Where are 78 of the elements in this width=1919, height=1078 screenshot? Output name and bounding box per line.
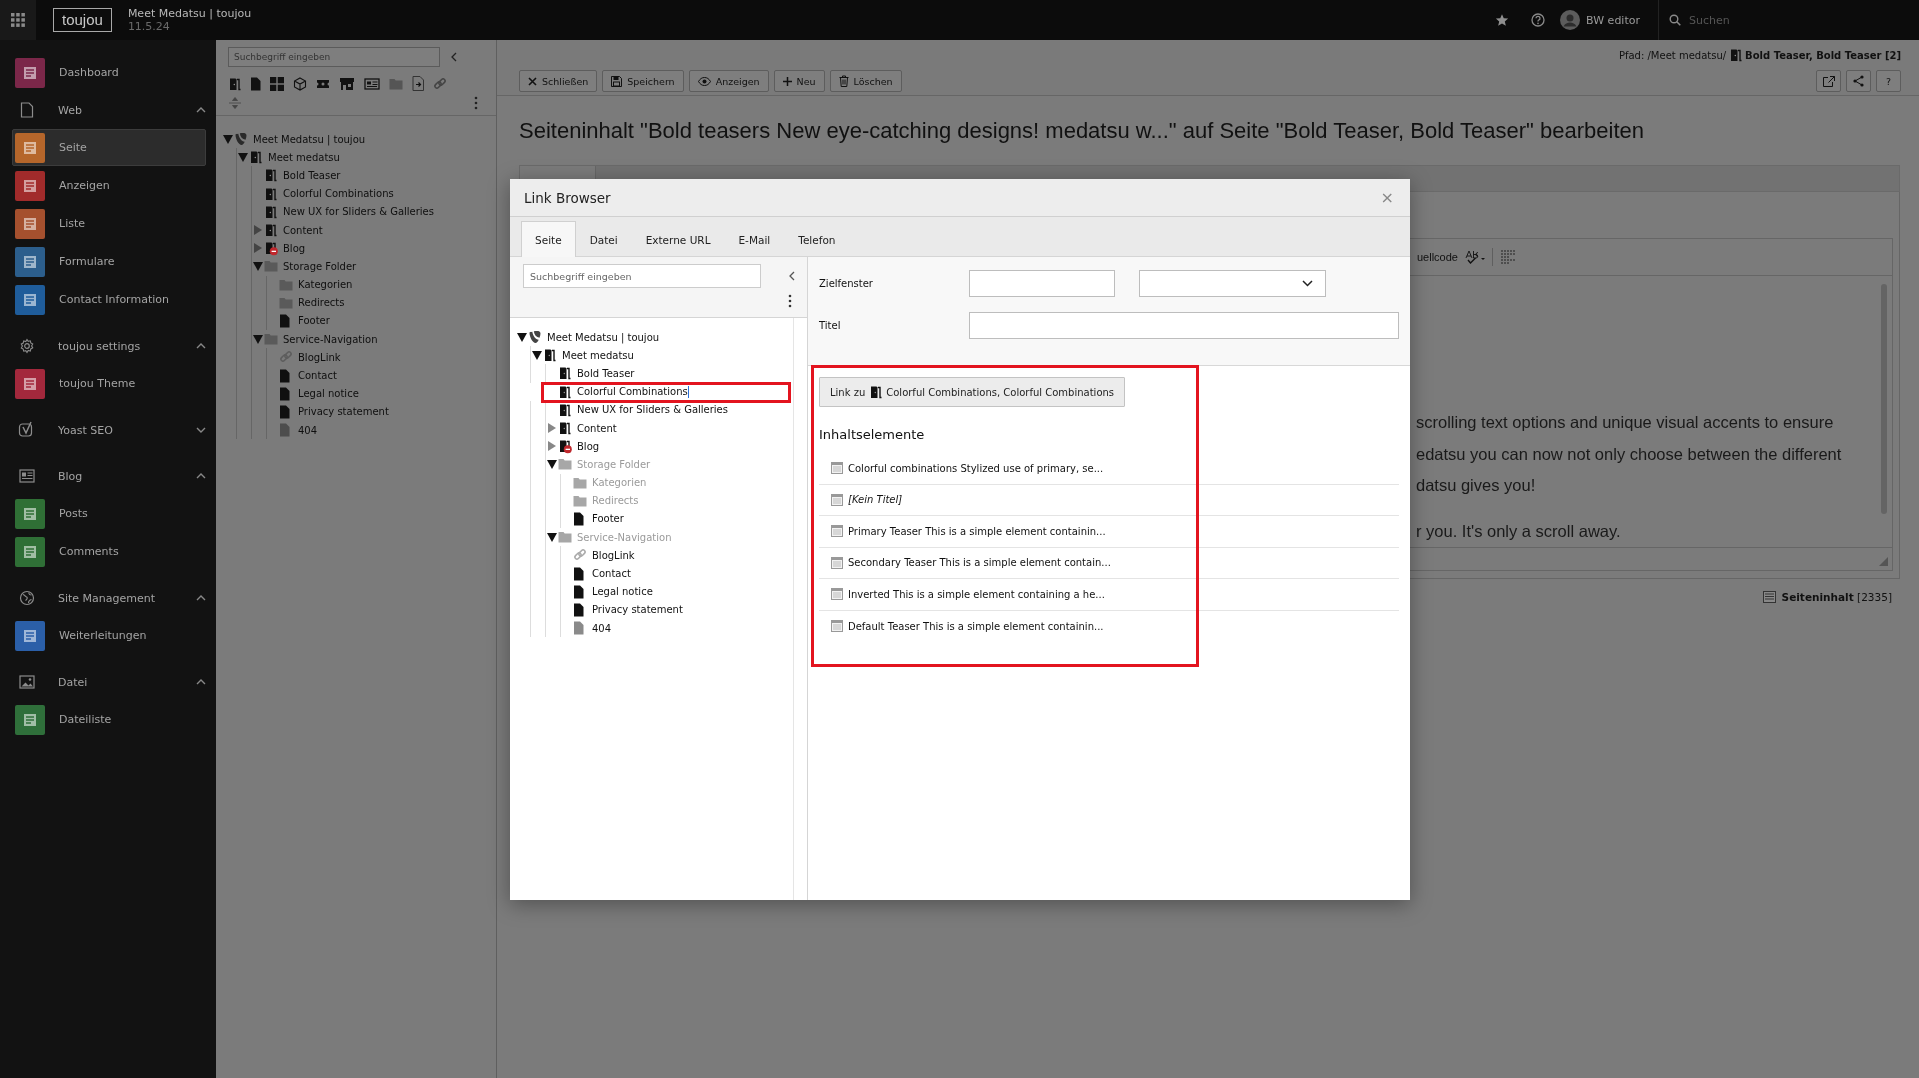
tree-item[interactable]: Legal notice	[296, 387, 361, 401]
version-label: 11.5.24	[127, 20, 171, 33]
menu-group-header[interactable]: Yoast SEO	[16, 412, 206, 448]
record-info: Seiteninhalt [2335]	[1781, 591, 1892, 603]
tree-item[interactable]: Blog	[281, 241, 308, 255]
module-menu-item[interactable]: Dateiliste	[12, 701, 206, 738]
toolbar-button[interactable]: Neu	[773, 70, 825, 92]
content-element-item[interactable]: [Kein Titel]	[819, 484, 1399, 516]
toolbar-button[interactable]: Anzeigen	[688, 70, 769, 92]
path-label: Pfad: /Meet medatsu/	[1618, 49, 1727, 61]
editor-text: edatsu you can now not only choose between the different	[1416, 443, 1843, 465]
tree-item[interactable]: Contact	[296, 369, 339, 383]
tree-item[interactable]: Meet medatsu	[266, 150, 342, 164]
search-field[interactable]: Suchbegriff eingeben	[228, 47, 440, 67]
menu-group-header[interactable]: Datei	[16, 664, 206, 700]
tree-item[interactable]: New UX for Sliders & Galleries	[281, 205, 436, 219]
module-menu-item[interactable]: Contact Information	[12, 281, 206, 318]
tab[interactable]: Datei	[575, 221, 632, 257]
module-menu-item[interactable]: Anzeigen	[12, 167, 206, 204]
toolbar-button[interactable]: Löschen	[829, 70, 902, 92]
module-menu-item[interactable]: Posts	[12, 495, 206, 532]
tree-item[interactable]: Content	[575, 421, 619, 435]
tree-item[interactable]: Meet Medatsu | toujou	[545, 330, 662, 344]
field-label: Titel	[819, 320, 842, 331]
tree-item[interactable]: Blog	[575, 439, 602, 453]
tree-item[interactable]: New UX for Sliders & Galleries	[575, 403, 730, 417]
tab[interactable]: Telefon	[784, 221, 850, 257]
link-button[interactable]: Link zu Colorful Combinations, Colorful Combinations	[819, 377, 1126, 407]
module-menu-item[interactable]: Liste	[12, 205, 206, 242]
content-element-item[interactable]: Secondary Teaser This is a simple element contain...	[819, 547, 1399, 579]
menu-group-header[interactable]: toujou settings	[16, 328, 206, 364]
module-menu-item[interactable]: Dashboard	[12, 54, 206, 91]
tree-item[interactable]: Content	[281, 223, 325, 237]
tree-item[interactable]: Bold Teaser	[575, 366, 637, 380]
tree-item[interactable]: Storage Folder	[281, 259, 359, 273]
content-element-item[interactable]: Default Teaser This is a simple element containin...	[819, 610, 1399, 642]
module-menu-item[interactable]: Weiterleitungen	[12, 617, 206, 654]
content-element-item[interactable]: Colorful combinations Stylized use of primary, se...	[819, 453, 1399, 485]
module-menu-item[interactable]: Comments	[12, 533, 206, 570]
menu-group-header[interactable]: Site Management	[16, 580, 206, 616]
tree-item[interactable]: Bold Teaser	[281, 168, 343, 182]
content-element-item[interactable]: Inverted This is a simple element containing a he...	[819, 579, 1399, 611]
editor-text: datsu gives you!	[1416, 475, 1537, 496]
help-button[interactable]: ?	[1876, 70, 1901, 92]
source-code-button[interactable]: uellcode	[1417, 251, 1458, 263]
tree-item[interactable]: Privacy statement	[296, 405, 391, 419]
logo[interactable]: toujou	[53, 8, 112, 32]
search-field[interactable]: Suchen	[1689, 13, 1869, 27]
tab[interactable]: Seite	[521, 221, 576, 257]
tree-item[interactable]: Colorful Combinations	[281, 187, 396, 201]
tree-item[interactable]: Kategorien	[296, 278, 355, 292]
tree-item[interactable]: Meet Medatsu | toujou	[251, 132, 368, 146]
tree-item[interactable]: Redirects	[296, 296, 347, 310]
tree-item[interactable]: Colorful Combinations	[575, 384, 691, 399]
section-heading: Inhaltselemente	[819, 427, 926, 442]
tree-item[interactable]: Footer	[296, 314, 332, 328]
editor-text: r you. It's only a scroll away.	[1416, 520, 1622, 542]
page-title: Bold Teaser, Bold Teaser [2]	[1745, 49, 1901, 61]
module-menu-item[interactable]: Seite	[12, 129, 206, 166]
tree-item[interactable]: Meet medatsu	[560, 348, 636, 362]
field-label: Zielfenster	[819, 278, 874, 289]
tree-item[interactable]: Service-Navigation	[281, 332, 380, 346]
menu-group-header[interactable]: Blog	[16, 458, 206, 494]
editor-text: scrolling text options and unique visual accents to ensure	[1416, 412, 1835, 433]
content-element-item[interactable]: Primary Teaser This is a simple element containin...	[819, 516, 1399, 548]
module-menu-item[interactable]: Formulare	[12, 243, 206, 280]
tab[interactable]: E-Mail	[724, 221, 785, 257]
dialog-title: Link Browser	[524, 189, 611, 206]
module-menu-item[interactable]: toujou Theme	[12, 365, 206, 402]
toolbar-button[interactable]: Schließen	[519, 70, 598, 92]
page-heading: Seiteninhalt "Bold teasers New eye-catching designs! medatsu w..." auf Seite "Bold Teaser, Bold Teaser" bearbeiten	[519, 118, 1645, 144]
toolbar-button[interactable]: Speichern	[602, 70, 684, 92]
site-title: Meet Medatsu | toujou	[127, 7, 252, 20]
user-name[interactable]: BW editor	[1586, 13, 1640, 27]
tab[interactable]: Externe URL	[631, 221, 725, 257]
tree-item[interactable]: 404	[296, 423, 320, 437]
menu-group-header[interactable]: Web	[16, 92, 206, 128]
tree-item[interactable]: BlogLink	[296, 350, 343, 364]
